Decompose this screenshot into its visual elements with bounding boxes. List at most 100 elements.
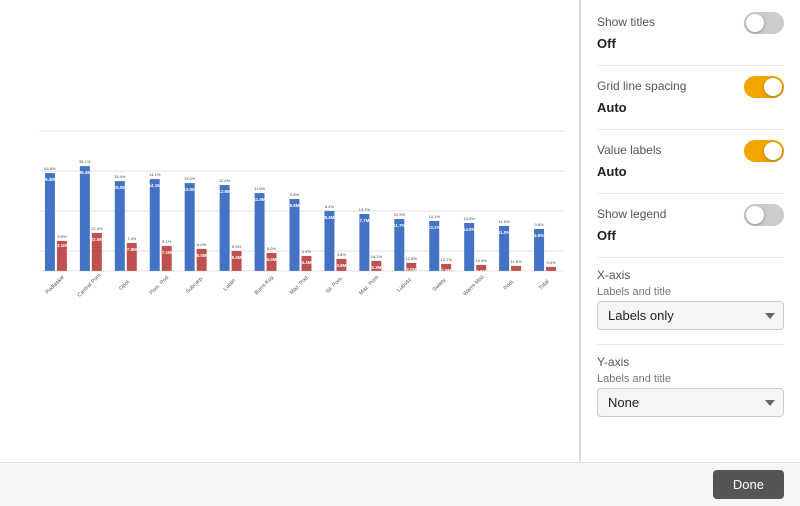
svg-text:12.5%: 12.5% [406, 256, 418, 261]
svg-text:Swiety: Swiety [432, 277, 448, 293]
svg-text:Warm-Maz.: Warm-Maz. [462, 273, 486, 297]
svg-text:5.5%: 5.5% [232, 244, 242, 249]
value-labels-toggle[interactable] [744, 140, 784, 162]
svg-text:Central Pom.: Central Pom. [77, 271, 104, 298]
divider-1 [597, 65, 784, 66]
svg-text:14.0%: 14.0% [464, 216, 476, 221]
main-area: 9.4M 84.8% 3.1M 9.5% Podlaskie 95.4M 95.… [0, 0, 800, 462]
svg-text:11.0%: 11.0% [254, 186, 265, 191]
grid-line-spacing-label: Grid line spacing [597, 79, 686, 93]
svg-text:14.1%: 14.1% [429, 214, 441, 219]
x-axis-dropdown-label: Labels and title [597, 286, 784, 298]
svg-text:Podlaskie: Podlaskie [45, 275, 66, 296]
svg-text:2.8M: 2.8M [441, 268, 451, 273]
svg-text:15.0M: 15.0M [114, 185, 127, 190]
x-axis-row: X-axis Labels and title Labels only Labe… [597, 268, 784, 330]
show-legend-label: Show legend [597, 207, 666, 221]
svg-text:Opol.: Opol. [118, 278, 132, 292]
svg-text:9.8M: 9.8M [289, 203, 299, 208]
value-labels-row: Value labels Auto [597, 140, 784, 179]
svg-text:9.4%: 9.4% [546, 260, 556, 265]
x-axis-section-label: X-axis [597, 268, 784, 282]
svg-text:9.8%: 9.8% [290, 192, 300, 197]
svg-text:84.8%: 84.8% [44, 166, 56, 171]
svg-text:95.1%: 95.1% [79, 159, 91, 164]
svg-text:7.8M: 7.8M [127, 247, 137, 252]
y-axis-section-label: Y-axis [597, 355, 784, 369]
svg-text:9.6%: 9.6% [535, 222, 545, 227]
svg-text:22.9%: 22.9% [394, 212, 406, 217]
svg-text:8.4%: 8.4% [325, 204, 335, 209]
svg-text:11.7%: 11.7% [393, 223, 405, 228]
chart-container: 9.4M 84.8% 3.1M 9.5% Podlaskie 95.4M 95.… [10, 10, 569, 432]
svg-text:Lubusz: Lubusz [396, 277, 413, 294]
svg-text:7.4%: 7.4% [127, 236, 137, 241]
svg-text:4.4%: 4.4% [302, 249, 312, 254]
show-titles-row: Show titles Off [597, 12, 784, 51]
svg-text:8.4M: 8.4M [324, 215, 334, 220]
show-titles-label: Show titles [597, 15, 655, 29]
svg-text:12.6M: 12.6M [218, 189, 231, 194]
svg-text:3.3M: 3.3M [371, 265, 381, 270]
x-axis-dropdown[interactable]: Labels only Labels and title None [597, 301, 784, 330]
svg-text:3.8%: 3.8% [337, 252, 347, 257]
svg-text:5.5M: 5.5M [232, 255, 242, 260]
svg-text:7.7M: 7.7M [359, 218, 369, 223]
x-axis-dropdown-container: Labels and title Labels only Labels and … [597, 286, 784, 330]
divider-5 [597, 344, 784, 345]
svg-text:Burnt-Kuy.: Burnt-Kuy. [254, 274, 277, 297]
svg-text:15.4%: 15.4% [114, 174, 126, 179]
svg-text:14.1M: 14.1M [149, 183, 162, 188]
svg-text:5.0M: 5.0M [267, 257, 277, 262]
svg-text:9.5%: 9.5% [57, 234, 67, 239]
value-labels-value: Auto [597, 164, 784, 179]
show-titles-toggle[interactable] [744, 12, 784, 34]
svg-text:Podl.: Podl. [503, 278, 516, 291]
y-axis-dropdown-container: Labels and title None Labels only Labels… [597, 373, 784, 417]
y-axis-dropdown-label: Labels and title [597, 373, 784, 385]
chart-area: 9.4M 84.8% 3.1M 9.5% Podlaskie 95.4M 95.… [0, 0, 580, 462]
svg-text:6.0M: 6.0M [197, 253, 207, 258]
svg-text:22.6M: 22.6M [91, 237, 104, 242]
svg-text:13.0%: 13.0% [184, 176, 196, 181]
svg-text:95.4M: 95.4M [79, 170, 92, 175]
svg-text:Sil. Pom.: Sil. Pom. [325, 275, 345, 295]
svg-text:Pom. Pod.: Pom. Pod. [149, 274, 172, 297]
svg-text:1.8M: 1.8M [546, 271, 556, 276]
grid-line-spacing-value: Auto [597, 100, 784, 115]
svg-text:Maz. Pom.: Maz. Pom. [358, 273, 381, 296]
svg-text:22.4%: 22.4% [91, 226, 103, 231]
svg-text:Maz. Pod.: Maz. Pod. [289, 274, 311, 296]
svg-text:7.1M: 7.1M [162, 250, 172, 255]
svg-text:Lublin: Lublin [223, 278, 238, 293]
divider-3 [597, 193, 784, 194]
svg-text:13.1%: 13.1% [428, 225, 441, 230]
settings-panel: Show titles Off Grid line spacing Auto V… [580, 0, 800, 462]
grid-line-spacing-toggle[interactable] [744, 76, 784, 98]
svg-text:13.0M: 13.0M [183, 187, 196, 192]
svg-text:11.6%: 11.6% [511, 259, 522, 264]
svg-text:Total: Total [538, 279, 550, 291]
y-axis-row: Y-axis Labels and title None Labels only… [597, 355, 784, 417]
svg-text:12.7%: 12.7% [441, 257, 453, 262]
svg-text:Subcarp.: Subcarp. [185, 275, 205, 295]
svg-text:13.7%: 13.7% [359, 207, 371, 212]
svg-text:11.0%: 11.0% [499, 219, 510, 224]
show-legend-toggle[interactable] [744, 204, 784, 226]
svg-text:9.6%: 9.6% [534, 233, 544, 238]
svg-text:6.0%: 6.0% [197, 242, 207, 247]
svg-text:3.8M: 3.8M [336, 263, 346, 268]
value-labels-label: Value labels [597, 143, 662, 157]
svg-text:12.6%: 12.6% [219, 178, 231, 183]
svg-text:14.0%: 14.0% [463, 227, 476, 232]
y-axis-dropdown[interactable]: None Labels only Labels and title [597, 388, 784, 417]
svg-text:4.4M: 4.4M [301, 260, 311, 265]
svg-text:5.0%: 5.0% [267, 246, 277, 251]
divider-2 [597, 129, 784, 130]
divider-4 [597, 257, 784, 258]
show-legend-value: Off [597, 228, 784, 243]
show-legend-row: Show legend Off [597, 204, 784, 243]
grid-line-spacing-row: Grid line spacing Auto [597, 76, 784, 115]
svg-text:14.1%: 14.1% [149, 172, 161, 177]
done-button[interactable]: Done [713, 470, 784, 499]
